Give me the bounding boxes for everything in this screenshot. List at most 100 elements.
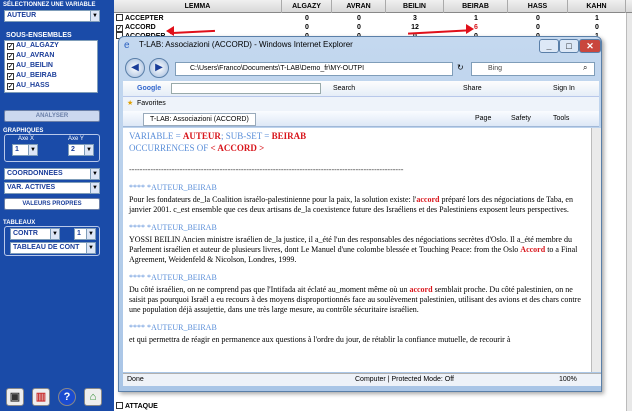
- subset-item[interactable]: ✓ AU_AVRAN: [5, 51, 97, 61]
- minimize-button[interactable]: _: [539, 39, 559, 53]
- row-checkbox[interactable]: [116, 14, 123, 21]
- table-cont-dropdown[interactable]: TABLEAU DE CONT ▼: [10, 242, 96, 254]
- search-button[interactable]: Search: [333, 83, 355, 94]
- axis-x-dropdown[interactable]: 1 ▼: [12, 144, 38, 156]
- axis-y-dropdown[interactable]: 2 ▼: [68, 144, 94, 156]
- select-variable-label: SÉLECTIONNEZ UNE VARIABLE: [3, 2, 96, 8]
- column-header[interactable]: BEILIN: [386, 0, 444, 13]
- context-before: YOSSI BEILIN Ancien ministre israélien d…: [129, 235, 572, 254]
- subset-item[interactable]: ✓ AU_BEILIN: [5, 61, 97, 71]
- tab-bar: T-LAB: Associazioni (ACCORD) Page Safety…: [123, 111, 599, 127]
- search-box[interactable]: Bing: [471, 62, 595, 76]
- page-content: VARIABLE = AUTEUR; SUB-SET = BEIRAB OCCU…: [123, 128, 591, 372]
- lemma-text: ACCORD: [125, 24, 156, 31]
- close-button[interactable]: ✕: [579, 39, 601, 53]
- table-num-dropdown[interactable]: 1 ▼: [74, 228, 96, 240]
- row-checkbox[interactable]: [116, 402, 123, 409]
- chevron-down-icon[interactable]: ▼: [86, 243, 95, 253]
- help-icon[interactable]: ?: [58, 388, 76, 406]
- home-icon[interactable]: ⌂: [84, 388, 102, 406]
- subset-label: AU_BEILIN: [16, 62, 53, 69]
- chevron-down-icon[interactable]: ▼: [90, 183, 99, 193]
- safety-menu[interactable]: Safety: [511, 113, 531, 124]
- favorites-button[interactable]: Favorites: [137, 98, 166, 109]
- zoom-level[interactable]: 100%: [559, 374, 577, 386]
- chart-icon[interactable]: ▥: [32, 388, 50, 406]
- section-heading: **** *AUTEUR_BEIRAB: [129, 273, 217, 282]
- subset-item[interactable]: ✓ AU_ALGAZY: [5, 41, 97, 51]
- search-icon[interactable]: ⌕: [583, 63, 587, 73]
- table-row[interactable]: ACCEPTER 0 0 3 1 0 1: [114, 14, 632, 23]
- page-menu[interactable]: Page: [475, 113, 491, 124]
- forward-button[interactable]: ▶: [149, 58, 169, 78]
- value-cell: 3: [413, 15, 417, 22]
- google-toolbar: Google Search Share Sign In: [123, 81, 599, 97]
- refresh-icon[interactable]: ↻: [457, 63, 464, 72]
- row-checkbox[interactable]: ✓: [116, 25, 123, 32]
- subset-item[interactable]: ✓ AU_BEIRAB: [5, 71, 97, 81]
- checkbox-icon[interactable]: ✓: [7, 43, 14, 50]
- analyze-button[interactable]: ANALYSER: [4, 110, 100, 122]
- variable-value: AUTEUR: [7, 12, 37, 19]
- tools-menu[interactable]: Tools: [553, 113, 569, 124]
- chevron-down-icon[interactable]: ▼: [28, 145, 37, 155]
- value-cell: 0: [536, 24, 540, 31]
- column-header[interactable]: KAHN: [568, 0, 626, 13]
- checkbox-icon[interactable]: ✓: [7, 83, 14, 90]
- variable-dropdown[interactable]: AUTEUR ▼: [4, 10, 100, 22]
- column-header[interactable]: AVRAN: [332, 0, 386, 13]
- subset-label: AU_HASS: [16, 82, 50, 89]
- save-icon[interactable]: ▣: [6, 388, 24, 406]
- context-paragraph: Pour les fondateurs de_la Coalition isra…: [129, 195, 585, 215]
- value-cell: 0: [305, 24, 309, 31]
- lemma-text: ACCEPTER: [125, 15, 164, 22]
- google-search-input[interactable]: [171, 83, 321, 94]
- back-button[interactable]: ◀: [125, 58, 145, 78]
- red-arrow-left-head: [166, 26, 174, 36]
- subsets-list[interactable]: ✓ AU_ALGAZY ✓ AU_AVRAN ✓ AU_BEILIN ✓ AU_BEIRAB ✓…: [4, 40, 98, 93]
- eigenvalues-button[interactable]: VALEURS PROPRES: [4, 198, 100, 210]
- tab-current[interactable]: T-LAB: Associazioni (ACCORD): [143, 113, 256, 126]
- star-icon: ★: [127, 100, 134, 107]
- chevron-down-icon[interactable]: ▼: [90, 11, 99, 21]
- column-header[interactable]: ALGAZY: [282, 0, 332, 13]
- content-scrollbar[interactable]: [591, 128, 601, 372]
- column-header[interactable]: HASS: [508, 0, 568, 13]
- column-header[interactable]: BEIRAB: [444, 0, 508, 13]
- table-scrollbar[interactable]: [626, 13, 632, 411]
- coordinates-dropdown[interactable]: COORDONNEES ▼: [4, 168, 100, 180]
- subset-label: AU_ALGAZY: [16, 42, 59, 49]
- axis-x-label: Axe X: [18, 136, 35, 142]
- table-type-dropdown[interactable]: CONTR ▼: [10, 228, 60, 240]
- window-title: T-LAB: Associazioni (ACCORD) - Windows I…: [139, 40, 353, 49]
- table-row[interactable]: ATTAQUE: [114, 402, 632, 411]
- keyword: accord: [409, 285, 433, 294]
- section-heading: **** *AUTEUR_BEIRAB: [129, 223, 217, 232]
- var-value: AUTEUR: [182, 131, 221, 141]
- chevron-down-icon[interactable]: ▼: [90, 169, 99, 179]
- share-button[interactable]: Share: [463, 83, 482, 94]
- lemma-cell: ACCEPTER: [116, 14, 164, 23]
- active-vars-value: VAR. ACTIVES: [7, 184, 56, 191]
- keyword: accord: [416, 195, 440, 204]
- context-before: Pour les fondateurs de_la Coalition isra…: [129, 195, 417, 204]
- subset-item[interactable]: ✓ AU_HASS: [5, 81, 97, 91]
- ie-window: e T-LAB: Associazioni (ACCORD) - Windows…: [118, 36, 602, 392]
- chevron-down-icon[interactable]: ▼: [86, 229, 95, 239]
- column-header[interactable]: LEMMA: [114, 0, 282, 13]
- chevron-down-icon[interactable]: ▼: [84, 145, 93, 155]
- maximize-button[interactable]: □: [559, 39, 579, 53]
- checkbox-icon[interactable]: ✓: [7, 53, 14, 60]
- table-header: LEMMA ALGAZY AVRAN BEILIN BEIRAB HASS KAHN: [114, 0, 632, 13]
- section-heading: **** *AUTEUR_BEIRAB: [129, 183, 217, 192]
- checkbox-icon[interactable]: ✓: [7, 63, 14, 70]
- address-bar[interactable]: C:\Users\Franco\Documents\T-LAB\Demo_fr\…: [175, 62, 453, 76]
- context-paragraph: Du côté israélien, on ne comprend pas qu…: [129, 285, 585, 315]
- occurrences-line: OCCURRENCES OF < ACCORD >: [129, 143, 585, 153]
- sign-in-link[interactable]: Sign In: [553, 83, 575, 94]
- checkbox-icon[interactable]: ✓: [7, 73, 14, 80]
- chevron-down-icon[interactable]: ▼: [50, 229, 59, 239]
- axis-y-label: Axe Y: [68, 136, 84, 142]
- status-bar: Done Computer | Protected Mode: Off 100%: [123, 373, 601, 386]
- active-vars-dropdown[interactable]: VAR. ACTIVES ▼: [4, 182, 100, 194]
